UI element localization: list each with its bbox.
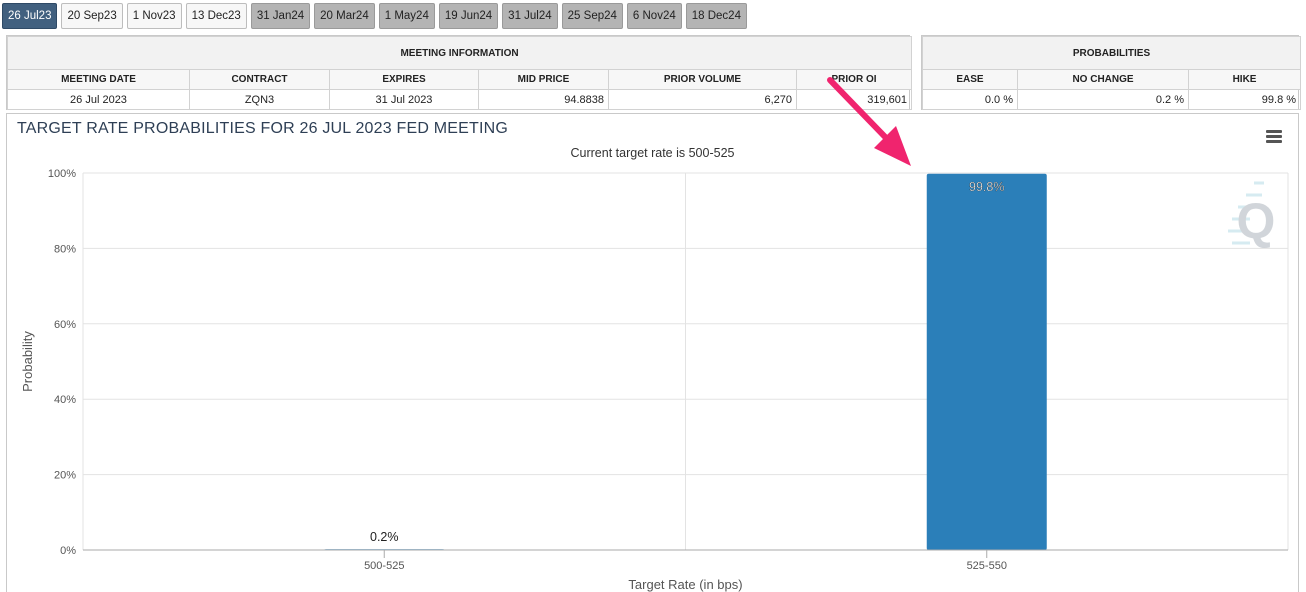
- svg-text:Q: Q: [1237, 193, 1276, 249]
- data-label-525-550: 99.8%: [969, 180, 1004, 194]
- x-tick-label: 525-550: [967, 560, 1007, 572]
- y-tick-label: 40%: [54, 394, 76, 406]
- y-tick-label: 20%: [54, 470, 76, 482]
- y-axis-title: Probability: [20, 331, 35, 392]
- annotation-arrow: [827, 77, 911, 166]
- x-axis-title: Target Rate (in bps): [628, 577, 742, 592]
- target-rate-probabilities-chart: 0% 20% 40% 60% 80% 100% 0.2% 500-525 99.8% 525-55…: [20, 77, 1289, 592]
- data-label-500-525: 0.2%: [370, 530, 399, 544]
- y-tick-label: 60%: [54, 319, 76, 331]
- y-tick-label: 80%: [54, 243, 76, 255]
- y-tick-label: 100%: [48, 168, 76, 180]
- x-tick-label: 500-525: [364, 560, 404, 572]
- q-logo-icon: Q: [1228, 181, 1276, 249]
- y-tick-label: 0%: [60, 545, 76, 557]
- bar-525-550: [926, 173, 1047, 550]
